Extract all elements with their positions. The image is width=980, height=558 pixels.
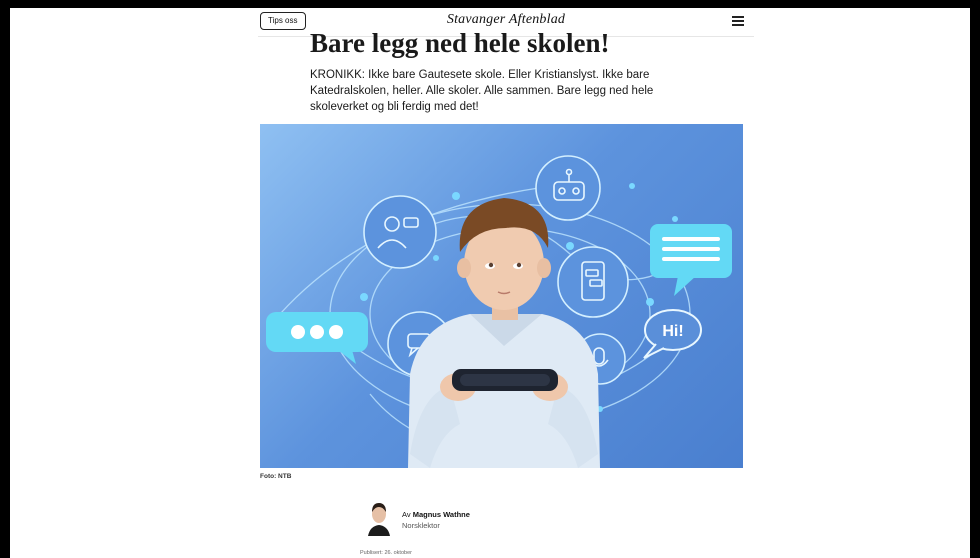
byline-prefix: Av (402, 510, 411, 519)
robot-icon (535, 155, 601, 221)
message-bubble-right (650, 224, 732, 296)
image-caption: Foto: NTB (260, 473, 292, 480)
article-headline: Bare legg ned hele skolen! (310, 28, 610, 58)
article-lead: KRONIKK: Ikke bare Gautesete skole. Elle… (310, 69, 654, 113)
author-avatar[interactable] (366, 498, 392, 536)
hi-bubble: Hi! (643, 309, 702, 359)
author-line: Av Magnus Wathne (402, 510, 470, 519)
hero-illustration: Hi! (266, 155, 732, 468)
message-bubble-left (266, 312, 368, 364)
published-date: Publisert: 26. oktober (360, 550, 412, 556)
child-figure (408, 198, 600, 468)
person-chat-icon (363, 195, 437, 269)
hi-text: Hi! (662, 323, 683, 340)
menu-icon[interactable] (732, 16, 744, 26)
byline: Av Magnus Wathne Norsklektor (366, 498, 566, 538)
phone-chat-icon (557, 246, 629, 318)
browser-viewport: Tips oss Stavanger Aftenblad Bare legg n… (10, 8, 970, 558)
site-logo[interactable]: Stavanger Aftenblad (258, 12, 754, 28)
article-hero-image: Hi! (260, 124, 743, 468)
author-name[interactable]: Magnus Wathne (413, 510, 470, 519)
author-role: Norsklektor (402, 521, 440, 530)
